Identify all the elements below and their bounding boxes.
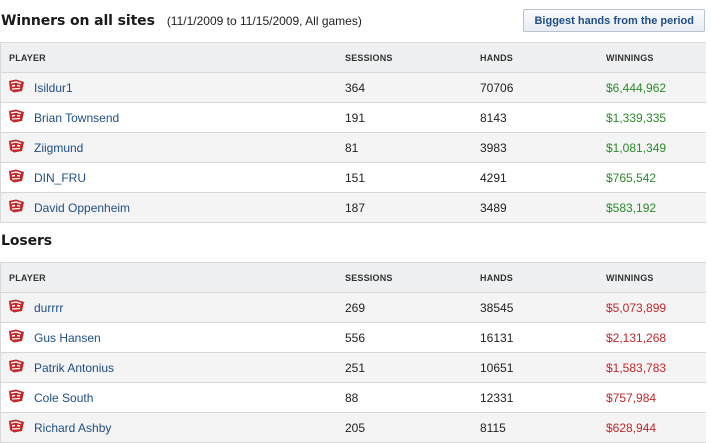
hands-value: 16131 <box>480 331 514 345</box>
sessions-value: 556 <box>345 331 366 345</box>
sessions-value: 364 <box>345 81 366 95</box>
table-row: Brian Townsend 191 8143 $1,339,335 <box>1 103 706 133</box>
winners-table: PLAYER SESSIONS HANDS WINNINGS Isildur1 … <box>0 42 706 223</box>
losers-table: PLAYER SESSIONS HANDS WINNINGS durrrr 26… <box>0 262 706 443</box>
sessions-value: 269 <box>345 301 366 315</box>
player-name-link[interactable]: Richard Ashby <box>34 421 111 435</box>
table-row: Richard Ashby 205 8115 $628,944 <box>1 413 706 443</box>
winnings-value: $583,192 <box>606 201 657 215</box>
column-header-winnings[interactable]: WINNINGS <box>606 273 654 283</box>
table-row: Cole South 88 12331 $757,984 <box>1 383 706 413</box>
poker-site-logo-icon <box>9 329 24 343</box>
winnings-value: $1,339,335 <box>606 111 667 125</box>
table-row: DIN_FRU 151 4291 $765,542 <box>1 163 706 193</box>
poker-site-logo-icon <box>9 419 24 433</box>
sessions-value: 205 <box>345 421 366 435</box>
table-row: Gus Hansen 556 16131 $2,131,268 <box>1 323 706 353</box>
hands-value: 3489 <box>480 201 507 215</box>
hands-value: 12331 <box>480 391 514 405</box>
winnings-value: $1,583,783 <box>606 361 667 375</box>
table-row: durrrr 269 38545 $5,073,899 <box>1 293 706 323</box>
table-row: Ziigmund 81 3983 $1,081,349 <box>1 133 706 163</box>
losers-header: Losers <box>0 229 711 253</box>
column-header-winnings[interactable]: WINNINGS <box>606 53 654 63</box>
sessions-value: 251 <box>345 361 366 375</box>
player-name-link[interactable]: durrrr <box>34 301 63 315</box>
winnings-value: $628,944 <box>606 421 657 435</box>
sessions-value: 88 <box>345 391 359 405</box>
hands-value: 4291 <box>480 171 507 185</box>
column-header-player[interactable]: PLAYER <box>9 273 46 283</box>
column-header-player[interactable]: PLAYER <box>9 53 46 63</box>
poker-site-logo-icon <box>9 139 24 153</box>
sessions-value: 191 <box>345 111 366 125</box>
poker-site-logo-icon <box>9 199 24 213</box>
winners-period: (11/1/2009 to 11/15/2009, All games) <box>166 14 362 28</box>
hands-value: 8143 <box>480 111 507 125</box>
hands-value: 70706 <box>480 81 514 95</box>
winnings-value: $765,542 <box>606 171 657 185</box>
table-row: Isildur1 364 70706 $6,444,962 <box>1 73 706 103</box>
hands-value: 10651 <box>480 361 514 375</box>
player-name-link[interactable]: Patrik Antonius <box>34 361 114 375</box>
poker-site-logo-icon <box>9 109 24 123</box>
sessions-value: 187 <box>345 201 366 215</box>
player-name-link[interactable]: Isildur1 <box>34 81 73 95</box>
player-name-link[interactable]: Cole South <box>34 391 93 405</box>
player-name-link[interactable]: David Oppenheim <box>34 201 130 215</box>
sessions-value: 151 <box>345 171 366 185</box>
table-row: David Oppenheim 187 3489 $583,192 <box>1 193 706 223</box>
hands-value: 8115 <box>480 421 506 435</box>
player-name-link[interactable]: Ziigmund <box>34 141 83 155</box>
poker-site-logo-icon <box>9 79 24 93</box>
hands-value: 38545 <box>480 301 514 315</box>
sessions-value: 81 <box>345 141 359 155</box>
poker-site-logo-icon <box>9 359 24 373</box>
hands-value: 3983 <box>480 141 507 155</box>
winnings-value: $5,073,899 <box>606 301 667 315</box>
poker-site-logo-icon <box>9 299 24 313</box>
winnings-value: $757,984 <box>606 391 657 405</box>
player-name-link[interactable]: Gus Hansen <box>34 331 101 345</box>
winners-title: Winners on all sites <box>1 13 155 29</box>
biggest-hands-button[interactable]: Biggest hands from the period <box>523 9 705 32</box>
winnings-value: $2,131,268 <box>606 331 667 345</box>
winnings-value: $1,081,349 <box>606 141 667 155</box>
winnings-value: $6,444,962 <box>606 81 667 95</box>
table-header: PLAYER SESSIONS HANDS WINNINGS <box>1 43 706 73</box>
player-name-link[interactable]: DIN_FRU <box>34 171 86 185</box>
table-header: PLAYER SESSIONS HANDS WINNINGS <box>1 263 706 293</box>
column-header-sessions[interactable]: SESSIONS <box>345 53 393 63</box>
column-header-hands[interactable]: HANDS <box>480 273 513 283</box>
poker-site-logo-icon <box>9 169 24 183</box>
winners-header: Winners on all sites (11/1/2009 to 11/15… <box>0 8 711 34</box>
poker-site-logo-icon <box>9 389 24 403</box>
player-name-link[interactable]: Brian Townsend <box>34 111 119 125</box>
losers-title: Losers <box>1 233 53 249</box>
column-header-hands[interactable]: HANDS <box>480 53 513 63</box>
column-header-sessions[interactable]: SESSIONS <box>345 273 393 283</box>
table-row: Patrik Antonius 251 10651 $1,583,783 <box>1 353 706 383</box>
